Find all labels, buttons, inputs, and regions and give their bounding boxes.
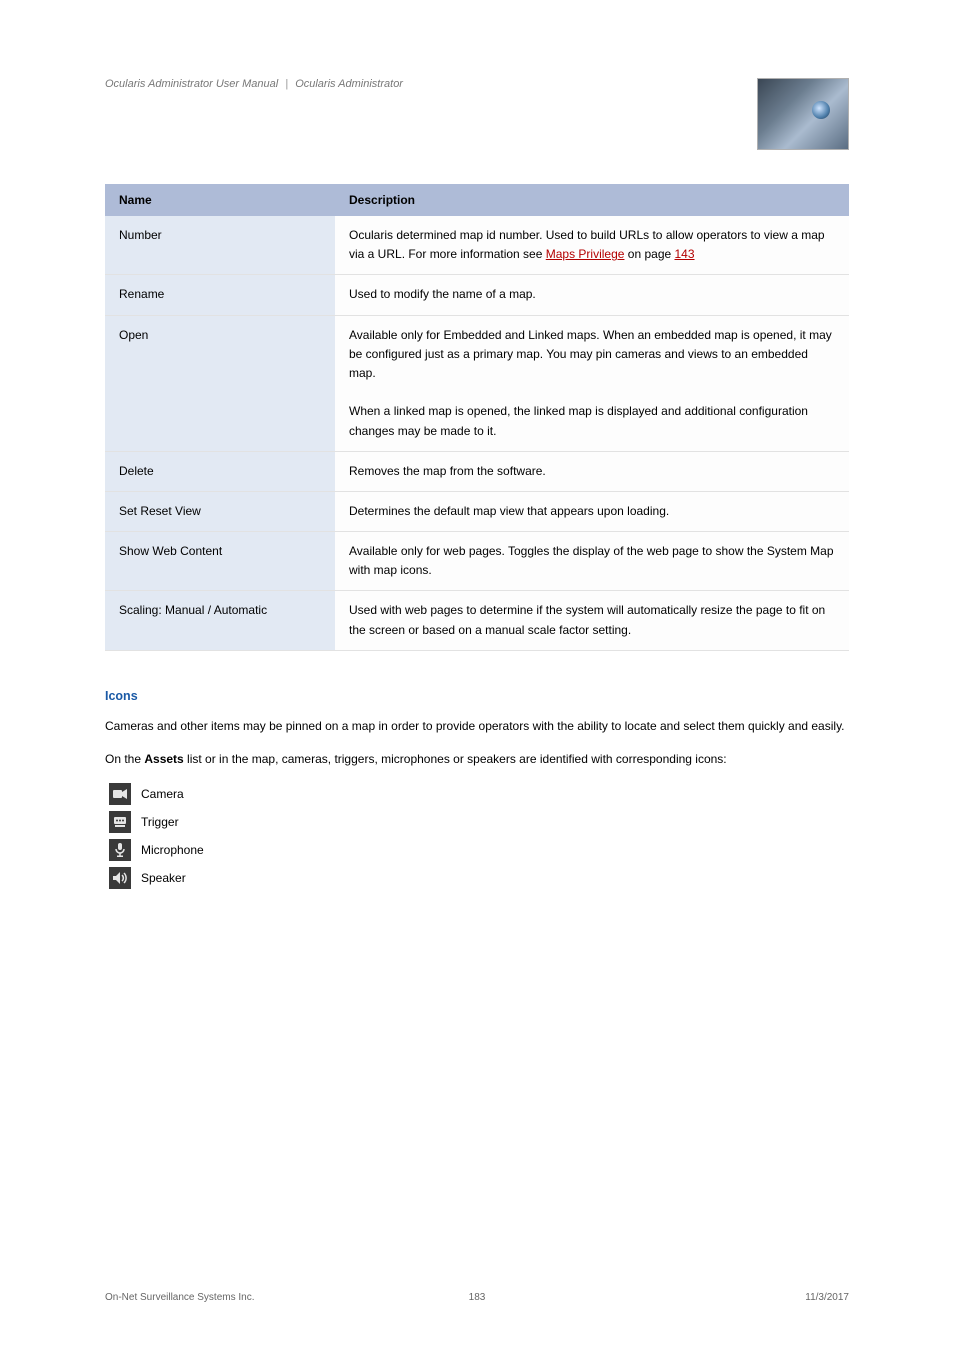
row-name: Number bbox=[105, 216, 335, 275]
table-header-description: Description bbox=[335, 184, 849, 216]
table-row: Scaling: Manual / Automatic Used with we… bbox=[105, 591, 849, 650]
icon-row-camera: Camera bbox=[109, 783, 849, 805]
row-desc: Removes the map from the software. bbox=[335, 451, 849, 491]
camera-icon bbox=[109, 783, 131, 805]
breadcrumb: Ocularis Administrator User Manual | Ocu… bbox=[105, 78, 403, 90]
speaker-icon bbox=[109, 867, 131, 889]
footer-page-number: 183 bbox=[469, 1292, 486, 1303]
section-heading-icons: Icons bbox=[105, 689, 849, 703]
breadcrumb-part-1: Ocularis Administrator bbox=[295, 78, 403, 90]
icon-list: Camera Trigger Microphone Speaker bbox=[109, 783, 849, 889]
table-row: Show Web Content Available only for web … bbox=[105, 532, 849, 591]
icon-row-trigger: Trigger bbox=[109, 811, 849, 833]
page-footer: On-Net Surveillance Systems Inc. 183 11/… bbox=[105, 1292, 849, 1303]
row-desc: Available only for web pages. Toggles th… bbox=[335, 532, 849, 591]
footer-date: 11/3/2017 bbox=[805, 1292, 849, 1303]
table-row: Number Ocularis determined map id number… bbox=[105, 216, 849, 275]
row-name: Rename bbox=[105, 275, 335, 315]
table-row: Delete Removes the map from the software… bbox=[105, 451, 849, 491]
brand-logo bbox=[757, 78, 849, 150]
row-desc: Used with web pages to determine if the … bbox=[335, 591, 849, 650]
icon-row-microphone: Microphone bbox=[109, 839, 849, 861]
row-name: Delete bbox=[105, 451, 335, 491]
body-paragraph: On the Assets list or in the map, camera… bbox=[105, 750, 849, 769]
row-desc: Used to modify the name of a map. bbox=[335, 275, 849, 315]
icon-label: Trigger bbox=[141, 813, 179, 832]
row-desc: Available only for Embedded and Linked m… bbox=[335, 315, 849, 451]
map-context-menu-table: Name Description Number Ocularis determi… bbox=[105, 184, 849, 651]
table-header-name: Name bbox=[105, 184, 335, 216]
body-paragraph: Cameras and other items may be pinned on… bbox=[105, 717, 849, 736]
breadcrumb-sep: | bbox=[285, 78, 288, 90]
breadcrumb-part-0: Ocularis Administrator User Manual bbox=[105, 78, 278, 90]
footer-company: On-Net Surveillance Systems Inc. bbox=[105, 1292, 255, 1303]
row-name: Open bbox=[105, 315, 335, 451]
row-desc: Ocularis determined map id number. Used … bbox=[335, 216, 849, 275]
icon-label: Microphone bbox=[141, 841, 204, 860]
table-row: Rename Used to modify the name of a map. bbox=[105, 275, 849, 315]
trigger-icon bbox=[109, 811, 131, 833]
row-desc: Determines the default map view that app… bbox=[335, 491, 849, 531]
row-name: Show Web Content bbox=[105, 532, 335, 591]
table-row: Open Available only for Embedded and Lin… bbox=[105, 315, 849, 451]
icon-row-speaker: Speaker bbox=[109, 867, 849, 889]
row-name: Scaling: Manual / Automatic bbox=[105, 591, 335, 650]
row-name: Set Reset View bbox=[105, 491, 335, 531]
microphone-icon bbox=[109, 839, 131, 861]
icon-label: Speaker bbox=[141, 869, 186, 888]
table-row: Set Reset View Determines the default ma… bbox=[105, 491, 849, 531]
icon-label: Camera bbox=[141, 785, 184, 804]
